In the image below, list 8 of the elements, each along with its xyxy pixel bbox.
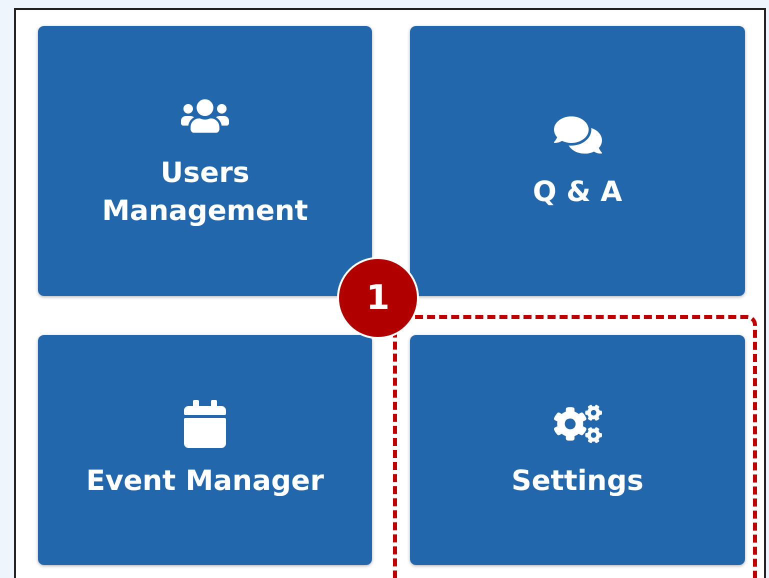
menu-tile[interactable]: Q & A	[410, 26, 745, 296]
tile-label: Q & A	[532, 174, 622, 210]
menu-tile[interactable]: Event Manager	[38, 335, 372, 565]
calendar-icon	[181, 400, 229, 448]
tile-label: Settings	[511, 463, 644, 500]
tile-label: Users Management	[102, 155, 308, 229]
menu-tile[interactable]: Settings	[410, 335, 745, 565]
tile-label: Event Manager	[86, 463, 324, 500]
